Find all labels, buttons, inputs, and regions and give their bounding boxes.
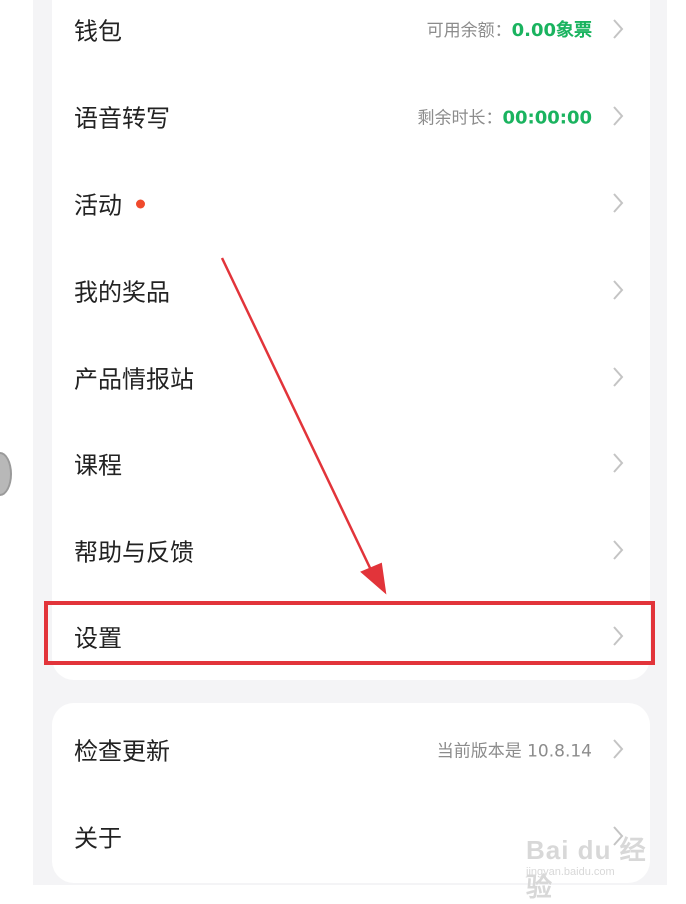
menu-item-label: 关于 (74, 824, 122, 853)
menu-card: 钱包 可用余额：0.00象票 语音转写 剩余时长：00:00:00 活动 我的奖… (52, 0, 650, 680)
menu-item-label: 活动 (74, 191, 122, 220)
chevron-right-icon (613, 367, 624, 387)
chevron-right-icon (613, 193, 624, 213)
menu-item-check-update[interactable]: 检查更新 当前版本是 10.8.14 (52, 706, 650, 792)
menu-item-label: 钱包 (74, 17, 122, 46)
chevron-right-icon (613, 626, 624, 646)
remaining-prefix: 剩余时长： (417, 108, 503, 129)
balance-value: 0.00象票 (511, 20, 592, 41)
menu-item-prizes[interactable]: 我的奖品 (52, 247, 650, 333)
remaining-value: 00:00:00 (502, 107, 592, 129)
wallet-balance: 可用余额：0.00象票 (427, 16, 592, 42)
version-text: 当前版本是 10.8.14 (436, 741, 592, 762)
chevron-right-icon (613, 19, 624, 39)
watermark-url: jingyan.baidu.com (526, 866, 615, 878)
menu-item-transcription[interactable]: 语音转写 剩余时长：00:00:00 (52, 73, 650, 159)
chevron-right-icon (613, 453, 624, 473)
menu-item-activity[interactable]: 活动 (52, 160, 650, 246)
menu-item-label: 产品情报站 (74, 365, 194, 394)
chevron-right-icon (613, 739, 624, 759)
menu-item-label-wrap: 活动 (74, 186, 145, 221)
menu-item-label: 我的奖品 (74, 278, 170, 307)
menu-item-label: 语音转写 (74, 104, 170, 133)
chevron-right-icon (613, 280, 624, 300)
menu-item-label: 帮助与反馈 (74, 538, 194, 567)
menu-item-label: 设置 (74, 624, 122, 653)
menu-item-product-news[interactable]: 产品情报站 (52, 334, 650, 420)
notification-dot (136, 199, 145, 208)
menu-item-label: 检查更新 (74, 737, 170, 766)
menu-item-help-feedback[interactable]: 帮助与反馈 (52, 507, 650, 593)
chevron-right-icon (613, 106, 624, 126)
balance-prefix: 可用余额： (426, 21, 512, 41)
baidu-watermark: Bai du 经验 jingyan.baidu.com (520, 820, 660, 902)
menu-item-settings[interactable]: 设置 (52, 593, 650, 679)
remaining-time: 剩余时长：00:00:00 (417, 104, 592, 129)
chevron-right-icon (613, 540, 624, 560)
menu-item-wallet[interactable]: 钱包 可用余额：0.00象票 (52, 0, 650, 72)
floating-edge-handle[interactable] (0, 452, 12, 496)
menu-item-courses[interactable]: 课程 (52, 420, 650, 506)
menu-item-label: 课程 (74, 451, 122, 480)
